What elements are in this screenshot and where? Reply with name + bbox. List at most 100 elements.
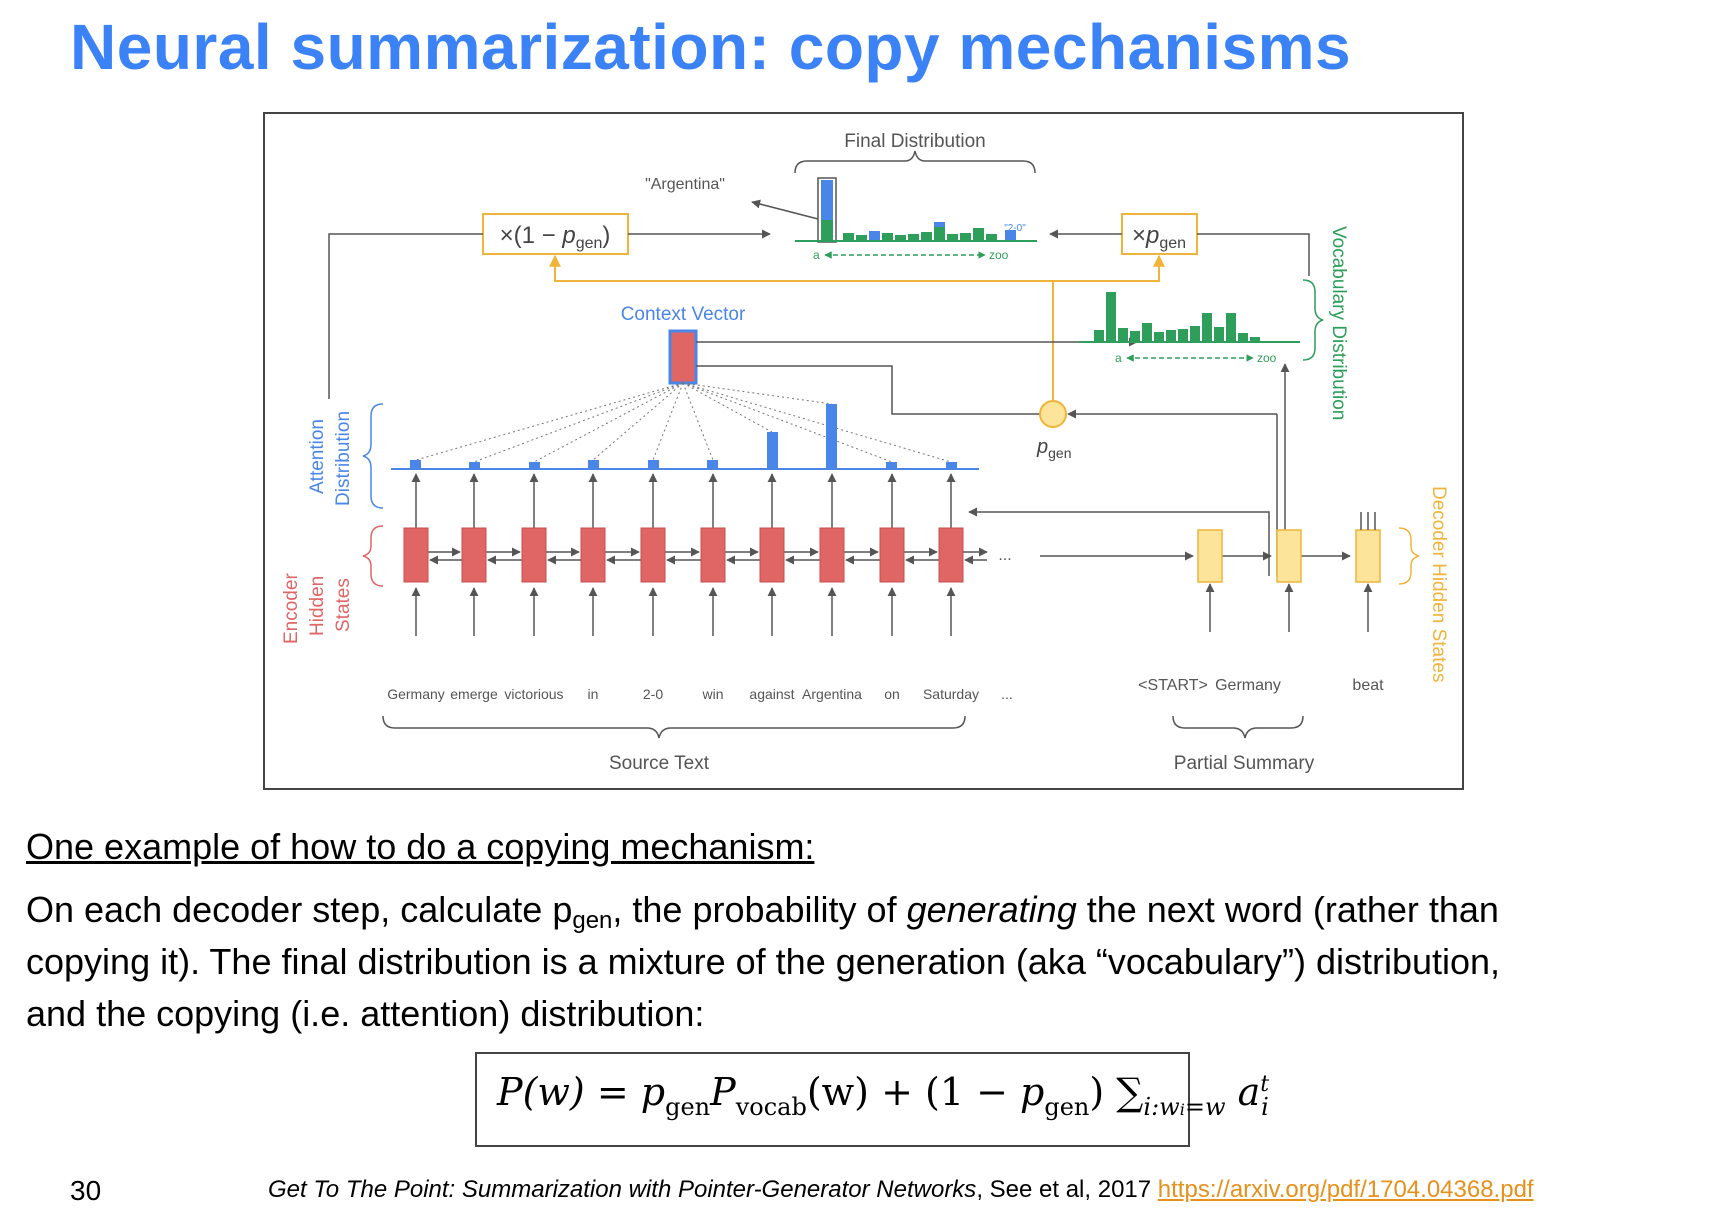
encoder-label-1: Encoder bbox=[281, 573, 302, 644]
vocab-bar bbox=[1118, 328, 1128, 342]
encoder-cell bbox=[640, 527, 666, 583]
encoder-ellipsis: ... bbox=[998, 547, 1011, 564]
final-bar-argentina-copy bbox=[821, 180, 833, 220]
source-text-brace bbox=[382, 715, 966, 739]
encoder-brace bbox=[362, 525, 384, 587]
final-bar bbox=[882, 233, 893, 241]
encoder-cell bbox=[700, 527, 726, 583]
body-line-1: On each decoder step, calculate pgen, th… bbox=[26, 889, 1499, 934]
attention-dotted-lines bbox=[415, 382, 952, 463]
decoder-cell bbox=[1355, 529, 1381, 583]
encoder-cell bbox=[521, 527, 547, 583]
source-word: Saturday bbox=[923, 686, 979, 702]
summary-word: beat bbox=[1352, 677, 1384, 694]
encoder-cell bbox=[580, 527, 606, 583]
context-vector bbox=[668, 329, 698, 385]
encoder-cell bbox=[819, 527, 845, 583]
encoder-label-2: Hidden bbox=[307, 576, 328, 636]
encoder-label-3: States bbox=[333, 578, 354, 632]
attention-bar bbox=[410, 460, 421, 468]
vocab-dist-label: Vocabulary Distribution bbox=[1328, 226, 1349, 420]
pgen-to-right-mix bbox=[1053, 254, 1165, 282]
summary-word: <START> bbox=[1138, 677, 1208, 694]
formula-box: P(w) = pgenPvocab(w) + (1 − pgen) ∑i:wi=… bbox=[475, 1052, 1269, 1147]
source-words: Germany emerge victorious in 2-0 win aga… bbox=[387, 686, 1013, 702]
decoder-cell bbox=[1276, 529, 1302, 583]
final-bar-argentina-vocab bbox=[821, 220, 833, 241]
final-distribution-brace bbox=[794, 150, 1036, 174]
encoder-cell bbox=[461, 527, 487, 583]
vocabulary-distribution-chart: a zoo bbox=[1079, 292, 1300, 365]
decoder-to-attention-arrow bbox=[968, 507, 1270, 576]
final-bar bbox=[869, 231, 880, 241]
pgen-node bbox=[1039, 400, 1067, 428]
final-axis-zoo: zoo bbox=[989, 248, 1009, 262]
final-bar bbox=[960, 233, 971, 241]
attention-bar bbox=[529, 462, 540, 468]
final-bar bbox=[947, 234, 958, 241]
attention-bar bbox=[946, 462, 957, 468]
vocab-bar bbox=[1106, 292, 1116, 342]
vocab-bar bbox=[1190, 326, 1200, 342]
two-zero-label: "2-0" bbox=[1004, 223, 1026, 234]
final-distribution-label: Final Distribution bbox=[844, 131, 986, 152]
final-axis-a: a bbox=[813, 248, 820, 262]
source-word: victorious bbox=[504, 686, 563, 702]
source-word: in bbox=[588, 686, 599, 702]
vocab-bar bbox=[1226, 313, 1236, 342]
source-word: Argentina bbox=[802, 686, 862, 702]
attention-to-mix-line bbox=[328, 233, 483, 399]
final-distribution-chart: "2-0" a zoo bbox=[795, 177, 1037, 262]
decoder-label: Decoder Hidden States bbox=[1428, 486, 1449, 682]
attention-bar-argentina bbox=[826, 404, 837, 468]
context-to-pgen-line bbox=[696, 365, 1043, 415]
source-word: 2-0 bbox=[643, 686, 663, 702]
attention-brace bbox=[362, 403, 384, 509]
decoder-cell bbox=[1197, 529, 1223, 583]
source-text-label: Source Text bbox=[609, 753, 710, 774]
citation-title: Get To The Point: Summarization with Poi… bbox=[268, 1176, 977, 1203]
vocab-to-mix-line bbox=[1197, 233, 1310, 276]
source-word: against bbox=[749, 686, 794, 702]
vocab-bar bbox=[1142, 323, 1152, 342]
section-subhead: One example of how to do a copying mecha… bbox=[26, 826, 815, 867]
pgen-label: pgen bbox=[1036, 436, 1071, 461]
argentina-pointer bbox=[751, 199, 819, 220]
vocab-axis-a: a bbox=[1115, 351, 1122, 365]
vocab-brace bbox=[1302, 279, 1324, 361]
summary-word: Germany bbox=[1215, 677, 1281, 694]
attention-label-1: Attention bbox=[307, 419, 328, 494]
body-line-3: and the copying (i.e. attention) distrib… bbox=[26, 993, 705, 1034]
final-bar bbox=[986, 234, 997, 241]
context-vector-label: Context Vector bbox=[621, 304, 746, 325]
page-number: 30 bbox=[70, 1175, 102, 1206]
decoder-brace bbox=[1398, 527, 1420, 585]
final-bar bbox=[934, 222, 945, 227]
citation-link[interactable]: https://arxiv.org/pdf/1704.04368.pdf bbox=[1158, 1176, 1534, 1203]
source-word: emerge bbox=[450, 686, 498, 702]
vocab-bar bbox=[1094, 330, 1104, 342]
attention-bar bbox=[707, 460, 718, 468]
final-bar bbox=[973, 228, 984, 241]
encoder-cell bbox=[403, 527, 429, 583]
source-word: Germany bbox=[387, 686, 445, 702]
vocab-bar bbox=[1178, 329, 1188, 342]
citation-authors: , See et al, 2017 bbox=[976, 1176, 1158, 1203]
attention-distribution bbox=[391, 404, 979, 470]
citation: Get To The Point: Summarization with Poi… bbox=[268, 1176, 1534, 1204]
attention-bar bbox=[469, 462, 480, 468]
vocab-axis-zoo: zoo bbox=[1257, 351, 1277, 365]
formula: P(w) = pgenPvocab(w) + (1 − pgen) ∑i:wi=… bbox=[497, 1070, 1270, 1121]
summary-words: <START> Germany beat bbox=[1138, 677, 1384, 694]
vocab-bar bbox=[1130, 331, 1140, 342]
vocab-bar bbox=[1214, 327, 1224, 342]
final-bar bbox=[843, 233, 854, 241]
vocab-bar bbox=[1166, 330, 1176, 342]
final-bar bbox=[934, 227, 945, 241]
vocab-bar bbox=[1202, 313, 1212, 342]
decoder-cells bbox=[1197, 512, 1381, 632]
pgen-to-left-mix bbox=[549, 254, 1054, 400]
partial-summary-brace bbox=[1172, 715, 1304, 739]
encoder-cells: ... bbox=[403, 473, 1012, 636]
source-word: ... bbox=[1001, 686, 1013, 702]
